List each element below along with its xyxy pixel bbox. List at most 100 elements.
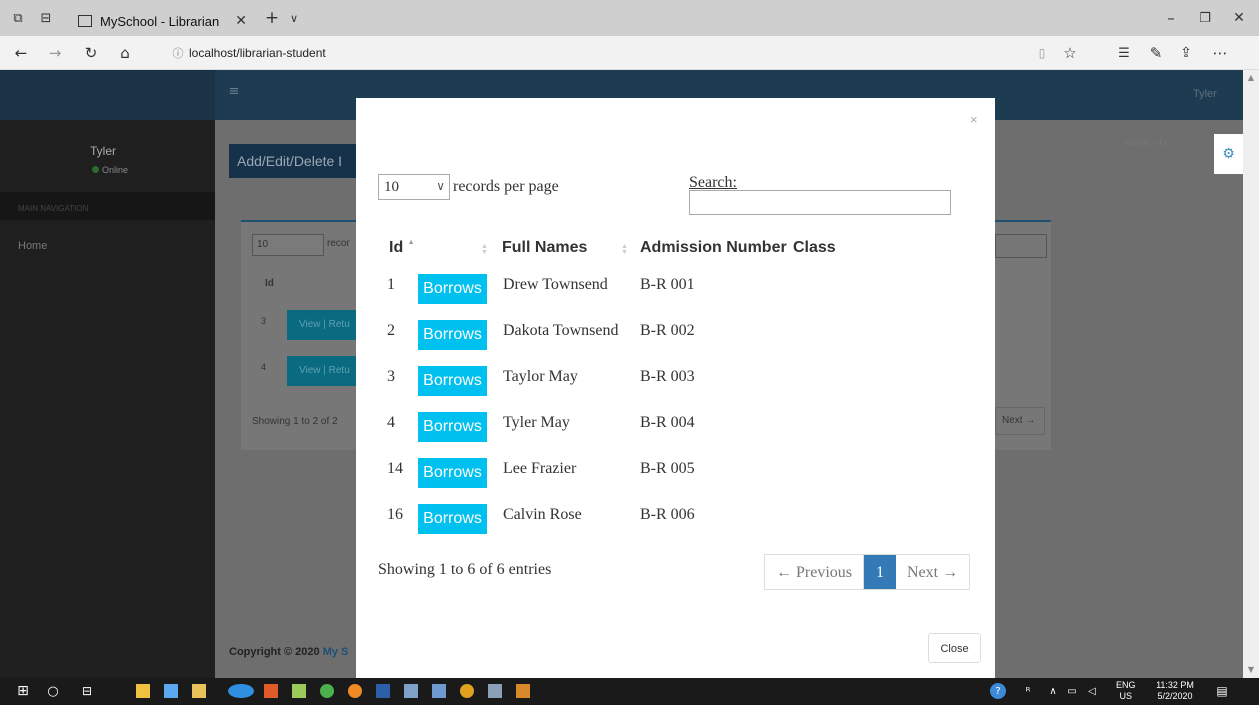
notepad-icon[interactable] [292, 684, 306, 698]
bg-search-input[interactable] [995, 234, 1047, 258]
clock-time: 11:32 PM [1156, 680, 1194, 690]
footer: Copyright © 2020 My S [229, 646, 348, 658]
search-input[interactable] [689, 190, 951, 215]
bg-view-return-button[interactable]: View | Retu [287, 310, 357, 340]
url-field[interactable]: localhost/librarian-student [189, 46, 326, 60]
next-button[interactable]: Next → [896, 555, 969, 589]
favorite-star-icon[interactable]: ☆ [1060, 43, 1080, 63]
settings-gear-tab[interactable]: ⚙ [1214, 134, 1243, 174]
close-window-icon[interactable]: ✕ [1228, 8, 1250, 28]
cell-id: 1 [387, 276, 395, 293]
reading-view-icon[interactable]: ▯ [1032, 43, 1052, 63]
records-per-page-select[interactable]: 10 ∨ [378, 174, 450, 200]
footer-text: Copyright © 2020 [229, 646, 323, 658]
help-icon[interactable]: ? [990, 683, 1006, 699]
cell-full-name: Lee Frazier [503, 460, 577, 477]
cell-full-name: Tyler May [503, 414, 570, 431]
table-row: 3 Borrows Taylor May B-R 003 [356, 356, 956, 402]
borrows-button[interactable]: Borrows [418, 366, 487, 396]
borrows-button[interactable]: Borrows [418, 320, 487, 350]
borrows-button[interactable]: Borrows [418, 412, 487, 442]
table-info: Showing 1 to 6 of 6 entries [378, 561, 552, 578]
windows-start-icon[interactable]: ⊞ [14, 682, 32, 700]
refresh-icon[interactable]: ↻ [80, 43, 102, 63]
bg-info: Showing 1 to 2 of 2 [252, 416, 338, 427]
show-hidden-icons-chevron-icon[interactable]: ∧ [1046, 683, 1060, 699]
volume-icon[interactable]: ◁ [1084, 683, 1100, 699]
app-icon[interactable] [264, 684, 278, 698]
column-header-admission-number-label: Admission Number [640, 239, 787, 256]
scroll-down-icon[interactable]: ▼ [1243, 662, 1259, 676]
task-view-icon[interactable]: ⊟ [78, 682, 96, 700]
tab-menu-chevron-icon[interactable]: ∨ [284, 8, 304, 28]
tab-actions-icon[interactable]: ⧉ [8, 8, 28, 28]
minimize-icon[interactable]: – [1160, 8, 1182, 28]
forward-icon[interactable]: → [44, 43, 66, 63]
app-icon[interactable] [320, 684, 334, 698]
gear-icon: ⚙ [1222, 146, 1235, 162]
sublime-icon[interactable] [516, 684, 530, 698]
word-icon[interactable] [376, 684, 390, 698]
column-header-full-names[interactable]: Full Names [502, 239, 587, 257]
borrows-button[interactable]: Borrows [418, 274, 487, 304]
app-icon[interactable] [404, 684, 418, 698]
store-icon[interactable] [136, 684, 150, 698]
bg-next-button[interactable]: Next → [995, 407, 1045, 435]
app-icon[interactable] [488, 684, 502, 698]
cell-admission-number: B-R 002 [640, 322, 695, 339]
edge-browser-icon[interactable] [228, 684, 254, 698]
more-icon[interactable]: ⋯ [1208, 43, 1232, 63]
menu-toggle-icon[interactable]: ≡ [225, 82, 243, 100]
sidebar-item-home[interactable]: Home [18, 240, 47, 252]
browser-tab[interactable]: MySchool - Librarian ✕ [78, 6, 262, 36]
bg-view-return-button[interactable]: View | Retu [287, 356, 357, 386]
column-header-class[interactable]: Class [793, 239, 836, 257]
bg-id-header: Id [265, 278, 274, 289]
home-icon[interactable]: ⌂ [114, 43, 136, 63]
navbar-user[interactable]: Tyler [1193, 88, 1217, 100]
status-text: Online [102, 165, 129, 175]
app-icon[interactable] [432, 684, 446, 698]
pen-icon[interactable]: ✎ [1146, 43, 1166, 63]
table-row: 2 Borrows Dakota Townsend B-R 002 [356, 310, 956, 356]
scroll-up-icon[interactable]: ▲ [1243, 70, 1259, 84]
file-explorer-icon[interactable] [192, 684, 206, 698]
share-icon[interactable]: ⇪ [1176, 43, 1196, 63]
search-icon[interactable]: ○ [44, 682, 62, 700]
footer-link[interactable]: My S [323, 646, 349, 658]
clock[interactable]: 11:32 PM 5/2/2020 [1150, 680, 1200, 702]
set-aside-tabs-icon[interactable]: ⊟ [36, 8, 56, 28]
cell-id: 3 [387, 368, 395, 385]
notifications-icon[interactable]: ▤ [1214, 683, 1230, 699]
table-row: 4 Borrows Tyler May B-R 004 [356, 402, 956, 448]
restore-icon[interactable]: ❐ [1194, 8, 1216, 28]
sidebar: Tyler Online MAIN NAVIGATION Home [0, 70, 215, 678]
column-header-id[interactable]: Id ▲ [389, 239, 415, 257]
length-select[interactable]: 10 [252, 234, 324, 256]
favorites-list-icon[interactable]: ☰ [1114, 43, 1134, 63]
close-tab-icon[interactable]: ✕ [235, 13, 247, 29]
modal-close-x[interactable]: × [970, 112, 978, 127]
cell-full-name: Dakota Townsend [503, 322, 619, 339]
new-tab-icon[interactable]: + [262, 8, 282, 28]
bg-row-id: 3 [261, 316, 267, 326]
status-dot-icon [92, 166, 99, 173]
borrows-button[interactable]: Borrows [418, 504, 487, 534]
online-status: Online [92, 165, 128, 175]
back-icon[interactable]: ← [10, 43, 32, 63]
mail-icon[interactable] [164, 684, 178, 698]
sort-icon: ▲ ▼ [481, 242, 488, 256]
chrome-icon[interactable] [460, 684, 474, 698]
battery-icon[interactable]: ▭ [1064, 683, 1080, 699]
previous-button[interactable]: ← Previous [765, 555, 864, 589]
people-icon[interactable]: ᴿ [1020, 683, 1036, 699]
close-button[interactable]: Close [928, 633, 981, 663]
borrows-button[interactable]: Borrows [418, 458, 487, 488]
column-header-admission-number[interactable]: Admission Number [640, 239, 787, 257]
page-scrollbar[interactable]: ▲ ▼ [1243, 70, 1259, 678]
page-1-button[interactable]: 1 [864, 555, 896, 589]
firefox-icon[interactable] [348, 684, 362, 698]
cell-id: 16 [387, 506, 403, 523]
cell-admission-number: B-R 005 [640, 460, 695, 477]
language-indicator[interactable]: ENG US [1116, 680, 1136, 702]
